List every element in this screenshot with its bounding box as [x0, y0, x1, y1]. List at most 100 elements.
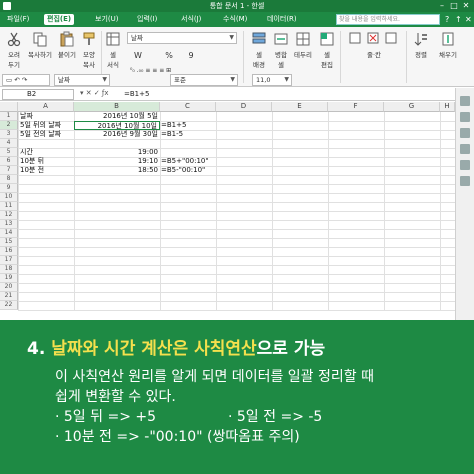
sidebar-tool-icon[interactable]	[460, 176, 470, 186]
cell-a[interactable]	[20, 247, 74, 256]
collapse-icon[interactable]: ↑	[455, 14, 462, 25]
cell-c[interactable]	[161, 274, 241, 283]
cell-a[interactable]	[20, 139, 74, 148]
row-header[interactable]: 1	[0, 112, 18, 121]
cell-a[interactable]	[20, 175, 74, 184]
row-header[interactable]: 3	[0, 130, 18, 139]
cell-b[interactable]	[74, 283, 160, 292]
cell-a[interactable]	[20, 184, 74, 193]
cell-a[interactable]	[20, 202, 74, 211]
cell-b[interactable]	[74, 238, 160, 247]
cell-b[interactable]	[74, 301, 160, 310]
cell-a[interactable]	[20, 193, 74, 202]
menu-file[interactable]: 파일(F)	[4, 14, 32, 25]
cell-b[interactable]: 2016년 10월 10일	[74, 121, 160, 130]
cell-b[interactable]	[74, 247, 160, 256]
menu-view[interactable]: 보기(U)	[92, 14, 121, 25]
sidebar-tool-icon[interactable]	[460, 128, 470, 138]
merge-button[interactable]: 병합 셀	[272, 31, 290, 69]
cell-a[interactable]: 10분 전	[20, 166, 74, 175]
cell-a[interactable]	[20, 229, 74, 238]
cell-a[interactable]	[20, 283, 74, 292]
row-header[interactable]: 8	[0, 175, 18, 184]
number-format-select[interactable]: 날짜 ▼	[54, 74, 110, 86]
comma-button[interactable]: 9	[185, 51, 197, 60]
row-header[interactable]: 4	[0, 139, 18, 148]
column-header-f[interactable]: F	[328, 102, 384, 112]
cell-edit-button[interactable]: 셀 편집	[317, 31, 337, 69]
sidebar-tool-icon[interactable]	[460, 160, 470, 170]
row-header[interactable]: 17	[0, 256, 18, 265]
cell-a[interactable]: 날짜	[20, 112, 74, 121]
cell-b[interactable]: 19:00	[74, 148, 160, 157]
menu-formula[interactable]: 수식(M)	[220, 14, 250, 25]
cell-c[interactable]	[161, 184, 241, 193]
cell-c[interactable]	[161, 175, 241, 184]
cell-c[interactable]	[161, 247, 241, 256]
column-header-d[interactable]: D	[216, 102, 272, 112]
cut-button[interactable]: 오려 두기	[4, 31, 24, 69]
cell-b[interactable]: 2016년 9월 30일	[74, 130, 160, 139]
cell-c[interactable]	[161, 139, 241, 148]
maximize-button[interactable]: □	[448, 1, 460, 11]
menu-data[interactable]: 데이터(R)	[264, 14, 300, 25]
cell-c[interactable]	[161, 256, 241, 265]
border-button[interactable]: 테두리	[291, 31, 315, 59]
menu-edit[interactable]: 편집(E)	[44, 14, 75, 25]
row-header[interactable]: 10	[0, 193, 18, 202]
cell-a[interactable]: 5일 뒤의 날짜	[20, 121, 74, 130]
sidebar-tool-icon[interactable]	[460, 112, 470, 122]
cell-b[interactable]	[74, 256, 160, 265]
cell-c[interactable]: =B5-"00:10"	[161, 166, 241, 175]
sidebar-tool-icon[interactable]	[460, 96, 470, 106]
cell-a[interactable]: 시간	[20, 148, 74, 157]
formula-input[interactable]: =B1+5	[124, 89, 149, 100]
cell-c[interactable]	[161, 301, 241, 310]
cell-c[interactable]	[161, 112, 241, 121]
cell-b[interactable]	[74, 274, 160, 283]
cell-b[interactable]	[74, 292, 160, 301]
cell-a[interactable]: 5일 전의 날짜	[20, 130, 74, 139]
row-header[interactable]: 12	[0, 211, 18, 220]
cell-c[interactable]	[161, 238, 241, 247]
font-name-select[interactable]: 날짜 ▼	[127, 32, 237, 44]
cell-c[interactable]	[161, 202, 241, 211]
copy-button[interactable]: 복사하기	[26, 31, 54, 59]
row-header[interactable]: 21	[0, 292, 18, 301]
cell-a[interactable]	[20, 238, 74, 247]
row-header[interactable]: 6	[0, 157, 18, 166]
row-header[interactable]: 11	[0, 202, 18, 211]
formula-icons[interactable]: ▾ ✕ ✓ ƒx	[80, 89, 109, 97]
cell-a[interactable]	[20, 292, 74, 301]
row-header[interactable]: 14	[0, 229, 18, 238]
cell-a[interactable]	[20, 211, 74, 220]
rows-cols-group[interactable]: 줄·칸	[344, 31, 404, 59]
format-copy-button[interactable]: 모양 복사	[79, 31, 99, 69]
column-header-b[interactable]: B	[74, 102, 160, 112]
quick-access-tools[interactable]: ▭ ↶ ↷	[2, 74, 50, 86]
percent-button[interactable]: %	[163, 51, 175, 60]
bold-button[interactable]: W	[132, 51, 144, 60]
cell-reference-box[interactable]: B2	[2, 89, 74, 100]
decimal-buttons[interactable]: ⁰₀ .₀₀ ≡ ≡ ≡ ⊞	[130, 67, 230, 74]
cell-a[interactable]	[20, 256, 74, 265]
cell-c[interactable]: =B1-5	[161, 130, 241, 139]
cell-fill-button[interactable]: 셀 배경	[248, 31, 270, 69]
row-header[interactable]: 15	[0, 238, 18, 247]
cell-c[interactable]	[161, 211, 241, 220]
menu-format[interactable]: 서식(J)	[178, 14, 204, 25]
paste-button[interactable]: 붙이기	[55, 31, 79, 59]
close-doc-icon[interactable]: ✕	[465, 14, 472, 25]
cell-c[interactable]	[161, 229, 241, 238]
cell-b[interactable]	[74, 175, 160, 184]
help-icon[interactable]: ?	[445, 14, 449, 25]
cell-b[interactable]	[74, 220, 160, 229]
cell-c[interactable]: =B5+"00:10"	[161, 157, 241, 166]
cell-a[interactable]: 10분 뒤	[20, 157, 74, 166]
cell-a[interactable]	[20, 274, 74, 283]
row-header[interactable]: 9	[0, 184, 18, 193]
column-header-g[interactable]: G	[384, 102, 440, 112]
cell-c[interactable]	[161, 265, 241, 274]
minimize-button[interactable]: –	[436, 1, 448, 11]
cell-c[interactable]	[161, 148, 241, 157]
